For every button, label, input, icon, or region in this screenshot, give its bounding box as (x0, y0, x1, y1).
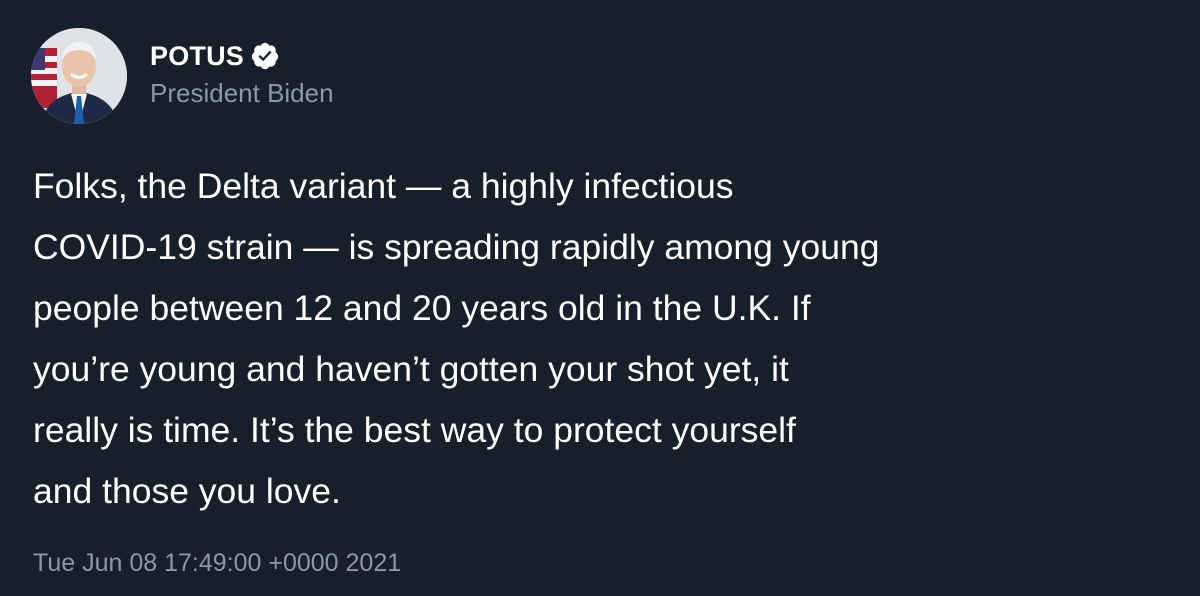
tweet-card: POTUS President Biden Folks, the Delta v… (0, 0, 1200, 596)
tweet-text-line: you’re young and haven’t gotten your sho… (33, 349, 789, 389)
avatar-image (31, 28, 127, 124)
tweet-text-line: and those you love. (33, 471, 341, 511)
tweet-text-line: Folks, the Delta variant — a highly infe… (33, 166, 734, 206)
tweet-text-line: COVID-19 strain — is spreading rapidly a… (33, 227, 880, 267)
tweet-text-line: people between 12 and 20 years old in th… (33, 288, 811, 328)
verified-badge-icon (250, 41, 280, 71)
display-name[interactable]: POTUS (150, 41, 244, 72)
author-name-row: POTUS (150, 36, 280, 76)
tweet-text: Folks, the Delta variant — a highly infe… (33, 156, 1153, 522)
tweet-text-line: really is time. It’s the best way to pro… (33, 410, 796, 450)
tweet-timestamp[interactable]: Tue Jun 08 17:49:00 +0000 2021 (33, 549, 401, 578)
author-handle[interactable]: President Biden (150, 78, 334, 109)
avatar[interactable] (31, 28, 127, 124)
